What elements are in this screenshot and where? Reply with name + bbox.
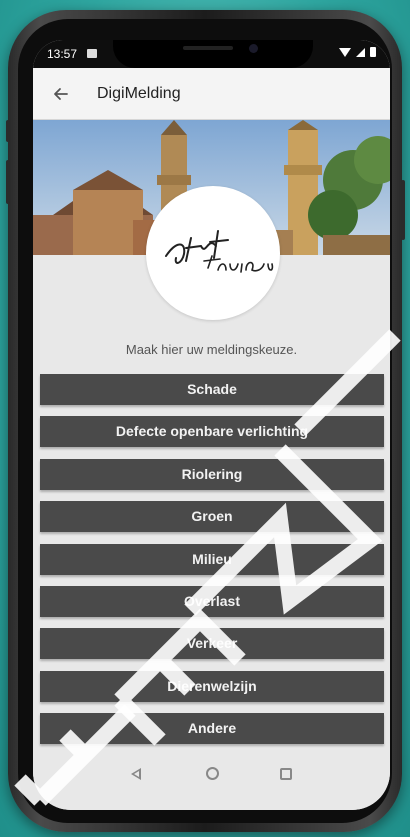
nav-home-icon[interactable]: [206, 767, 219, 780]
cellular-signal-icon: [356, 47, 365, 57]
status-bar: 13:57: [33, 40, 390, 68]
page-title: DigiMelding: [97, 85, 181, 102]
app-bar: DigiMelding: [33, 68, 390, 120]
category-button-andere[interactable]: Andere: [40, 713, 384, 745]
phone-side-button: [6, 120, 10, 142]
notification-icon: [87, 49, 97, 58]
category-button-defecte-openbare-verlichting[interactable]: Defecte openbare verlichting: [40, 416, 384, 448]
sint-truiden-logo-graphic: [165, 230, 274, 273]
android-nav-bar: [33, 752, 390, 810]
arrow-left-icon-graphic: [54, 88, 68, 100]
wifi-icon: [339, 47, 351, 57]
status-icons: [339, 47, 376, 57]
battery-icon: [370, 47, 376, 57]
front-camera: [249, 44, 258, 53]
nav-back-icon[interactable]: [131, 768, 141, 780]
category-button-dierenwelzijn[interactable]: Dierenwelzijn: [40, 670, 384, 702]
phone-power-button: [401, 180, 405, 240]
category-button-milieu[interactable]: Milieu: [40, 543, 384, 575]
city-logo: [146, 186, 280, 320]
category-button-riolering[interactable]: Riolering: [40, 458, 384, 490]
category-button-schade[interactable]: Schade: [40, 374, 384, 405]
arrow-left-icon[interactable]: [47, 80, 75, 108]
category-button-verkeer[interactable]: Verkeer: [40, 628, 384, 660]
report-category-menu: Schade Defecte openbare verlichting Riol…: [40, 374, 384, 756]
category-button-overlast[interactable]: Overlast: [40, 585, 384, 617]
instruction-text: Maak hier uw meldingskeuze.: [125, 342, 298, 357]
phone-side-button: [6, 160, 10, 204]
speaker-grille: [183, 46, 233, 50]
phone-screen: 13:57 DigiMelding Maak hier uw meldingsk…: [33, 40, 390, 810]
status-time: 13:57: [47, 47, 78, 61]
category-button-groen[interactable]: Groen: [40, 501, 384, 533]
nav-recent-apps-icon[interactable]: [280, 768, 292, 780]
camera-notch: [113, 40, 313, 68]
